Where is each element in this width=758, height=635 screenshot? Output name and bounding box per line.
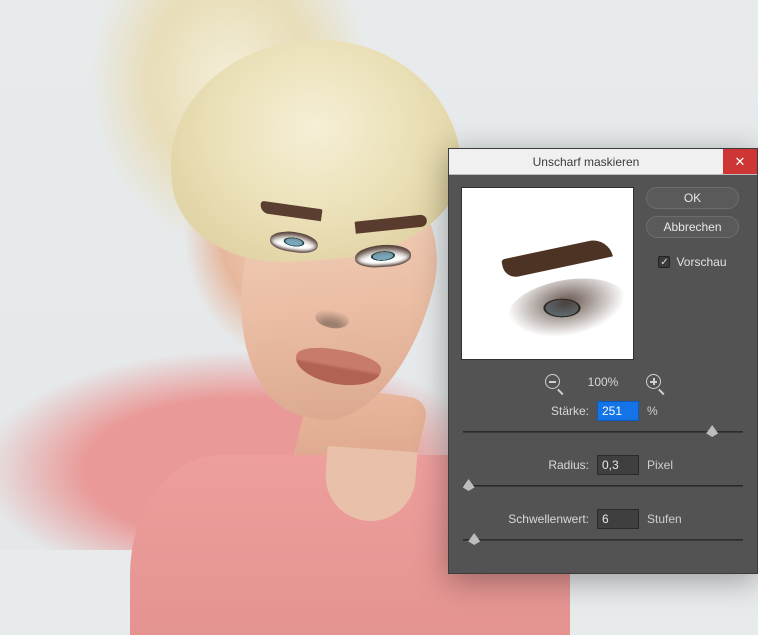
slider-thumb-icon[interactable] [468,533,480,545]
checkbox-check-icon: ✓ [658,256,670,268]
close-button[interactable]: ✕ [723,149,757,174]
slider-thumb-icon[interactable] [463,479,475,491]
radius-unit: Pixel [647,458,673,472]
threshold-slider[interactable] [463,533,743,547]
radius-label: Radius: [461,458,589,472]
preview-checkbox[interactable]: ✓ Vorschau [658,255,726,269]
amount-slider[interactable] [463,425,743,439]
dialog-titlebar[interactable]: Unscharf maskieren ✕ [449,149,757,175]
zoom-out-icon[interactable] [545,374,560,389]
ok-button[interactable]: OK [646,187,739,209]
preview-checkbox-label: Vorschau [676,255,726,269]
zoom-in-icon[interactable] [646,374,661,389]
radius-slider[interactable] [463,479,743,493]
preview-thumbnail[interactable] [461,187,634,360]
threshold-input[interactable] [597,509,639,529]
amount-unit: % [647,404,658,418]
zoom-level: 100% [588,375,619,389]
slider-thumb-icon[interactable] [706,425,718,437]
cancel-button[interactable]: Abbrechen [646,216,739,238]
radius-input[interactable] [597,455,639,475]
threshold-label: Schwellenwert: [461,512,589,526]
portrait-illustration [130,60,430,480]
amount-label: Stärke: [461,404,589,418]
close-icon: ✕ [735,154,746,170]
unsharp-mask-dialog: Unscharf maskieren ✕ OK Abbrechen ✓ Vors… [448,148,758,574]
threshold-unit: Stufen [647,512,682,526]
dialog-title: Unscharf maskieren [449,155,723,169]
amount-input[interactable] [597,401,639,421]
